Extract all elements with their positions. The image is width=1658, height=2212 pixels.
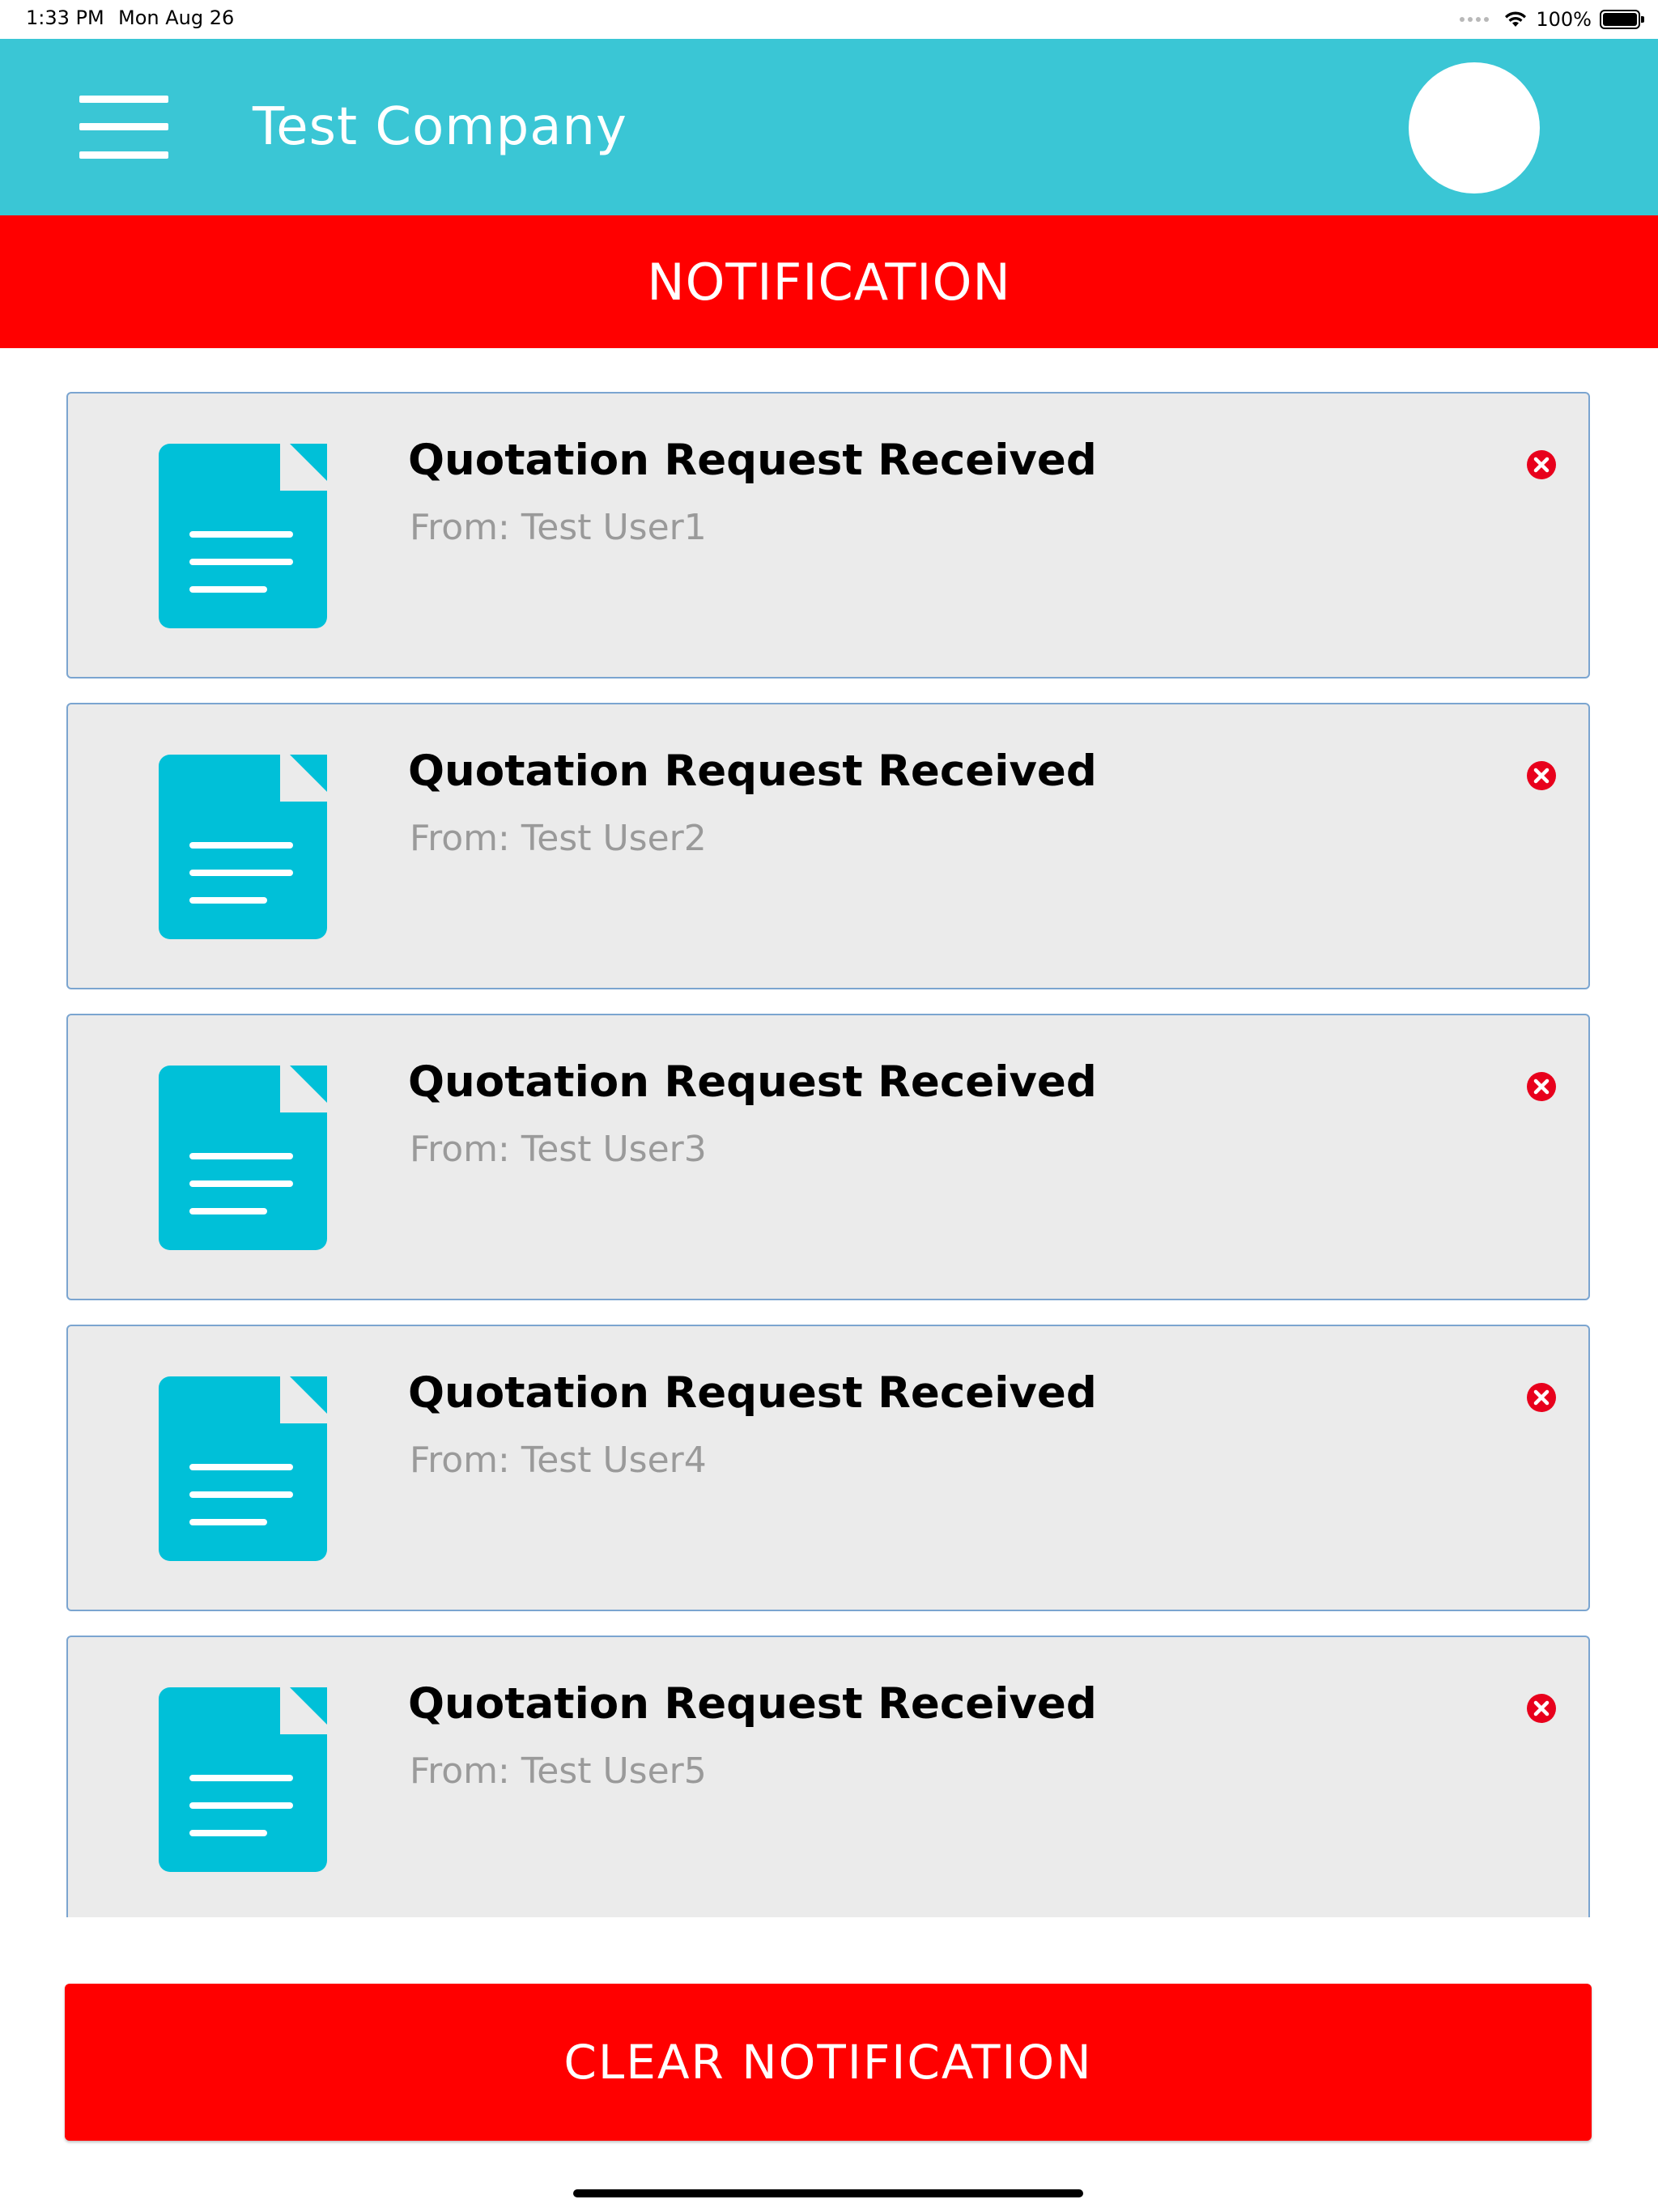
document-icon — [159, 1687, 327, 1872]
battery-icon — [1600, 10, 1644, 29]
battery-percent: 100% — [1536, 8, 1592, 31]
notification-title: Quotation Request Received — [408, 436, 1097, 485]
notification-card[interactable]: Quotation Request Received From: Test Us… — [66, 703, 1590, 989]
cellular-signal-icon — [1460, 17, 1490, 22]
status-time: 1:33 PM — [26, 6, 104, 29]
document-icon — [159, 755, 327, 939]
notification-list[interactable]: Quotation Request Received From: Test Us… — [0, 348, 1658, 1917]
close-circle-icon[interactable] — [1525, 759, 1558, 792]
status-bar: 1:33 PM Mon Aug 26 100% — [0, 0, 1658, 39]
notification-sender: From: Test User3 — [410, 1129, 707, 1170]
document-icon — [159, 1376, 327, 1561]
section-header: NOTIFICATION — [0, 215, 1658, 348]
app-header: Test Company — [0, 39, 1658, 215]
notification-card[interactable]: Quotation Request Received From: Test Us… — [66, 1014, 1590, 1300]
hamburger-menu-icon[interactable] — [79, 96, 168, 159]
notification-sender: From: Test User4 — [410, 1440, 707, 1481]
notification-title: Quotation Request Received — [408, 1368, 1097, 1418]
clear-notification-button[interactable]: CLEAR NOTIFICATION — [65, 1984, 1592, 2141]
close-circle-icon[interactable] — [1525, 1070, 1558, 1103]
close-circle-icon[interactable] — [1525, 1692, 1558, 1725]
document-icon — [159, 1066, 327, 1250]
home-indicator[interactable] — [573, 2189, 1083, 2197]
notification-sender: From: Test User1 — [410, 507, 707, 548]
wifi-icon — [1505, 11, 1527, 27]
close-circle-icon[interactable] — [1525, 1381, 1558, 1414]
notification-sender: From: Test User5 — [410, 1750, 707, 1792]
notification-card[interactable]: Quotation Request Received From: Test Us… — [66, 392, 1590, 678]
avatar[interactable] — [1409, 62, 1540, 194]
notification-sender: From: Test User2 — [410, 818, 707, 859]
notification-title: Quotation Request Received — [408, 747, 1097, 796]
notification-title: Quotation Request Received — [408, 1679, 1097, 1729]
company-title: Test Company — [253, 97, 627, 157]
status-right: 100% — [1460, 5, 1644, 34]
status-date: Mon Aug 26 — [118, 6, 235, 29]
close-circle-icon[interactable] — [1525, 449, 1558, 481]
notification-card[interactable]: Quotation Request Received From: Test Us… — [66, 1636, 1590, 1917]
notification-title: Quotation Request Received — [408, 1057, 1097, 1107]
section-title: NOTIFICATION — [647, 252, 1011, 312]
document-icon — [159, 444, 327, 628]
notification-card[interactable]: Quotation Request Received From: Test Us… — [66, 1325, 1590, 1611]
